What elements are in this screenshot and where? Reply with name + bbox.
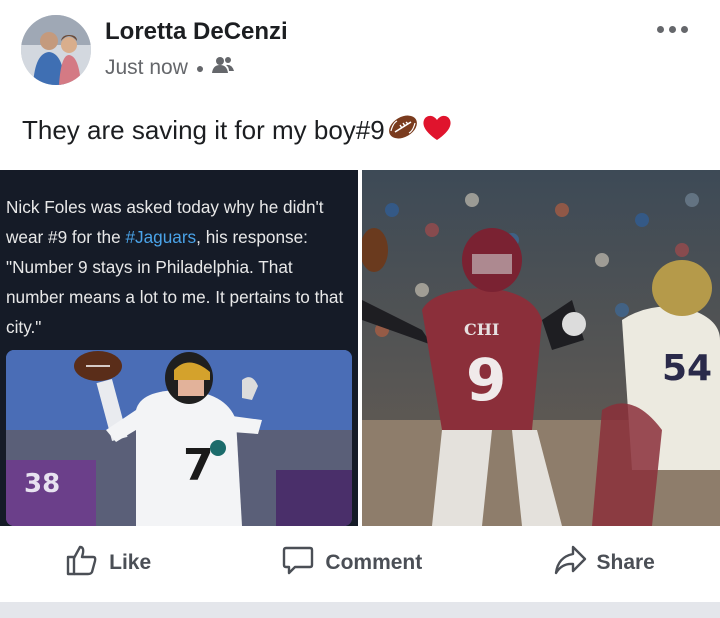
post-body: They are saving it for my boy#9 — [22, 115, 385, 145]
post-header: Loretta DeCenzi Just now ● — [0, 0, 720, 100]
tweet-screenshot-image[interactable]: Nick Foles was asked today why he didn't… — [0, 170, 358, 526]
chi-jersey-text: CHI — [464, 320, 499, 339]
post-meta: Just now ● — [105, 56, 235, 80]
timestamp[interactable]: Just now — [105, 56, 188, 80]
comment-bubble-icon — [281, 543, 315, 583]
tweet-text: Nick Foles was asked today why he didn't… — [6, 197, 344, 337]
separator-dot: ● — [195, 60, 205, 76]
friends-icon[interactable] — [212, 56, 235, 80]
football-emoji — [387, 113, 419, 148]
post-actions: Like Comment Share — [0, 528, 720, 598]
author-name[interactable]: Loretta DeCenzi — [105, 18, 288, 46]
thumbs-up-icon — [65, 543, 99, 583]
red-heart-emoji — [421, 112, 453, 149]
more-options-icon[interactable] — [654, 22, 690, 36]
post-text: They are saving it for my boy#9 — [22, 112, 453, 149]
bg-player-number: 38 — [24, 469, 60, 499]
chi-jersey-number: 9 — [466, 346, 506, 414]
hashtag-link[interactable]: #Jaguars — [125, 227, 196, 247]
chi-player-image[interactable]: CHI 9 54 — [362, 170, 720, 526]
comment-button[interactable]: Comment — [257, 535, 446, 591]
foles-jersey-number: 7 — [183, 440, 214, 491]
feed-divider — [0, 602, 720, 618]
post-media[interactable]: Nick Foles was asked today why he didn't… — [0, 170, 720, 526]
foles-photo: 38 7 — [6, 350, 352, 526]
like-label: Like — [109, 551, 152, 574]
comment-label: Comment — [325, 551, 423, 574]
avatar[interactable] — [21, 15, 91, 85]
share-button[interactable]: Share — [529, 535, 679, 591]
opponent-jersey-number: 54 — [662, 348, 712, 389]
share-label: Share — [596, 551, 655, 574]
like-button[interactable]: Like — [41, 535, 175, 591]
share-arrow-icon — [553, 543, 587, 583]
